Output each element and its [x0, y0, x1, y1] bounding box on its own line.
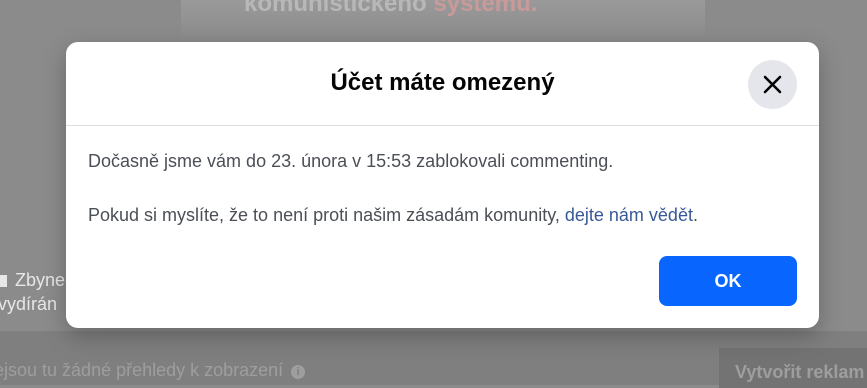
feedback-link[interactable]: dejte nám vědět	[565, 205, 693, 225]
side-text-line-2: vydírán	[0, 294, 58, 314]
close-icon	[763, 75, 782, 94]
feedback-period: .	[692, 205, 698, 225]
side-post-text: Zbyne vydírán	[0, 268, 65, 316]
dialog-body: Dočasně jsme vám do 23. února v 15:53 za…	[88, 149, 797, 227]
ok-button-label: OK	[714, 271, 742, 291]
create-ad-label: Vytvořit reklam	[735, 362, 865, 382]
dialog-feedback: Pokud si myslíte, že to není proti našim…	[88, 203, 797, 227]
caption-highlight: systému.	[433, 0, 538, 17]
side-text-line: Zbyne	[0, 268, 65, 292]
close-button[interactable]	[748, 60, 797, 109]
restriction-dialog: Účet máte omezený Dočasně jsme vám do 23…	[66, 42, 819, 328]
dialog-header: Účet máte omezený	[66, 42, 819, 126]
dialog-title: Účet máte omezený	[330, 69, 555, 96]
ok-button[interactable]: OK	[659, 256, 797, 306]
side-text-line-1: Zbyne	[15, 270, 66, 290]
bookmark-icon	[0, 275, 7, 287]
info-icon[interactable]: i	[291, 365, 306, 379]
feedback-text: Pokud si myslíte, že to není proti našim…	[88, 205, 565, 225]
caption-text: komunistického	[244, 0, 434, 17]
create-ad-button[interactable]: Vytvořit reklam	[719, 348, 867, 388]
dialog-message: Dočasně jsme vám do 23. února v 15:53 za…	[88, 151, 614, 171]
insights-message: ejsou tu žádné přehledy k zobrazení i	[0, 360, 306, 381]
post-image-caption: komunistického systému.	[244, 0, 537, 17]
insights-text: ejsou tu žádné přehledy k zobrazení	[0, 360, 284, 380]
